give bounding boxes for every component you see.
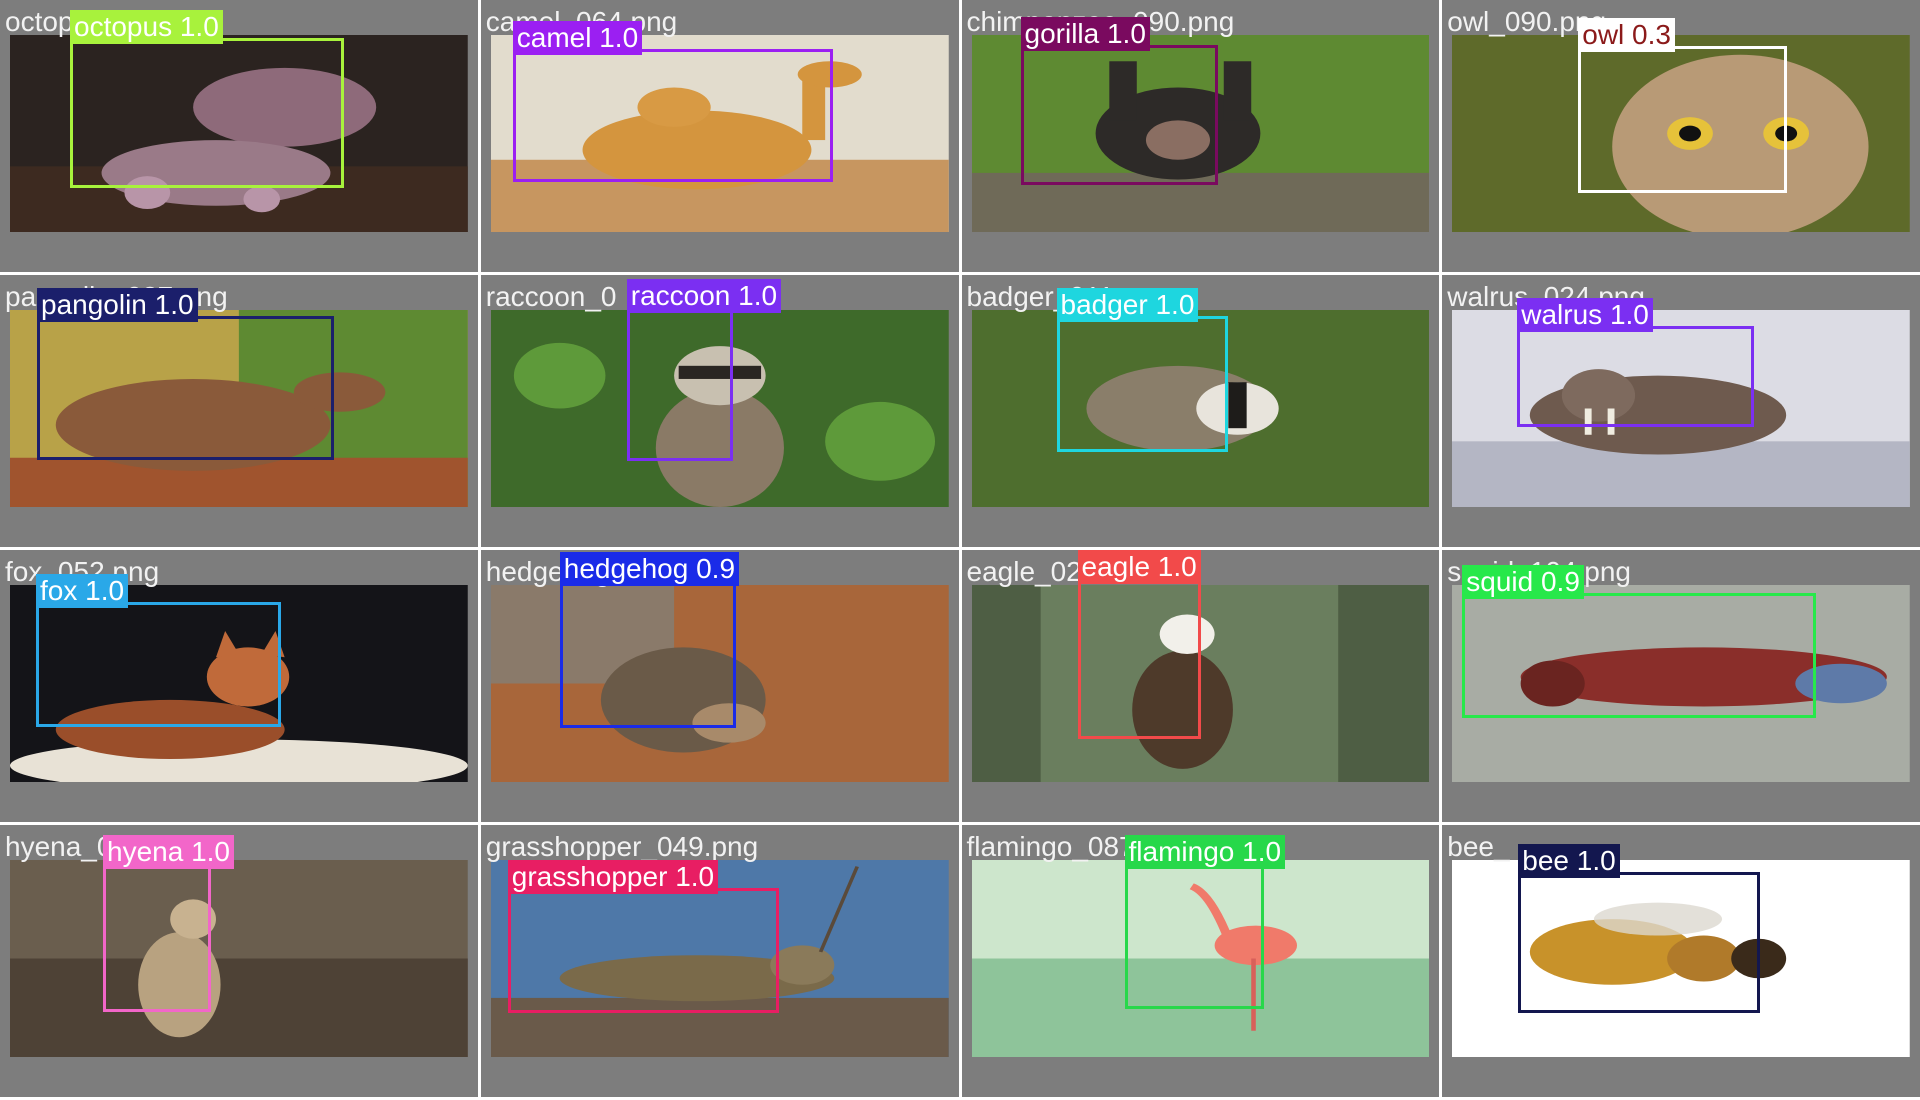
class-name: camel <box>516 22 592 53</box>
confidence-score: 1.0 <box>738 280 778 311</box>
result-tile-flamingo[interactable]: flamingo_087.png flamingo 1.0 <box>961 825 1440 1097</box>
class-name: octopus <box>74 11 173 42</box>
detection-label: hedgehog 0.9 <box>559 552 740 586</box>
detection-label: flamingo 1.0 <box>1124 835 1286 869</box>
result-tile-badger[interactable]: badger_011.png badger 1.0 <box>961 275 1440 547</box>
class-name: hedgehog <box>563 553 689 584</box>
confidence-score: 1.0 <box>675 861 715 892</box>
detection-label: bee 1.0 <box>1518 844 1620 878</box>
detection-label: pangolin 1.0 <box>37 288 198 322</box>
result-tile-squid[interactable]: squid_104.png squid 0.9 <box>1442 550 1920 822</box>
confidence-score: 1.0 <box>1242 836 1282 867</box>
detection-label: grasshopper 1.0 <box>507 860 719 894</box>
confidence-score: 1.0 <box>1609 299 1649 330</box>
image-filename: bee_ <box>1447 831 1510 862</box>
class-name: grasshopper <box>511 861 668 892</box>
class-name: squid <box>1466 566 1534 597</box>
confidence-score: 1.0 <box>599 22 639 53</box>
confidence-score: 0.9 <box>696 553 736 584</box>
detection-label: fox 1.0 <box>36 574 129 608</box>
confidence-score: 1.0 <box>179 11 219 42</box>
bounding-box: eagle 1.0 <box>1077 550 1201 739</box>
bounding-box: bee 1.0 <box>1518 844 1761 1013</box>
class-name: raccoon <box>630 280 731 311</box>
detection-label: gorilla 1.0 <box>1020 17 1150 51</box>
bounding-box: grasshopper 1.0 <box>507 860 779 1013</box>
result-tile-owl[interactable]: owl_090.png owl 0.3 <box>1442 0 1920 272</box>
result-tile-hedgehog[interactable]: hedgehog hedgehog 0.9 <box>480 550 959 822</box>
bounding-box: octopus 1.0 <box>70 10 344 188</box>
result-tile-fox[interactable]: fox_052.png fox 1.0 <box>0 550 478 822</box>
detection-label: badger 1.0 <box>1056 288 1199 322</box>
class-name: flamingo <box>1128 836 1235 867</box>
bounding-box: badger 1.0 <box>1056 288 1228 452</box>
image-filename: grasshopper_049.png <box>485 831 759 862</box>
confidence-score: 1.0 <box>85 575 125 606</box>
detection-grid: octopus_ octopus 1.0 camel_064.png <box>0 0 1920 1100</box>
detection-label: hyena 1.0 <box>103 835 235 869</box>
result-tile-camel[interactable]: camel_064.png camel 1.0 <box>480 0 959 272</box>
confidence-score: 1.0 <box>191 836 231 867</box>
class-name: eagle <box>1081 551 1151 582</box>
bounding-box: owl 0.3 <box>1578 18 1788 193</box>
bounding-box: hedgehog 0.9 <box>559 552 740 728</box>
bounding-box: camel 1.0 <box>512 21 833 182</box>
class-name: badger <box>1060 289 1148 320</box>
result-tile-hyena[interactable]: hyena_005 hyena 1.0 <box>0 825 478 1097</box>
detection-label: raccoon 1.0 <box>626 279 782 313</box>
class-name: walrus <box>1521 299 1603 330</box>
class-name: bee <box>1522 845 1569 876</box>
confidence-score: 1.0 <box>154 289 194 320</box>
result-tile-walrus[interactable]: walrus_024.png walrus 1.0 <box>1442 275 1920 547</box>
result-tile-eagle[interactable]: eagle_025 eagle 1.0 <box>961 550 1440 822</box>
image-filename: raccoon_0 <box>485 281 617 312</box>
detection-label: eagle 1.0 <box>1077 550 1201 584</box>
class-name: hyena <box>107 836 184 867</box>
result-tile-raccoon[interactable]: raccoon_0 raccoon 1.0 <box>480 275 959 547</box>
confidence-score: 1.0 <box>1106 18 1146 49</box>
detection-label: squid 0.9 <box>1462 565 1584 599</box>
bounding-box: gorilla 1.0 <box>1020 17 1218 185</box>
result-tile-gorilla[interactable]: chimpanzee_090.png gorilla 1.0 <box>961 0 1440 272</box>
confidence-score: 1.0 <box>1576 845 1616 876</box>
bounding-box: squid 0.9 <box>1462 565 1817 718</box>
class-name: gorilla <box>1024 18 1100 49</box>
bounding-box: fox 1.0 <box>36 574 281 727</box>
bounding-box: pangolin 1.0 <box>37 288 334 460</box>
detection-label: owl 0.3 <box>1578 18 1675 52</box>
result-tile-grasshopper[interactable]: grasshopper_049.png grasshopper 1.0 <box>480 825 959 1097</box>
class-name: pangolin <box>41 289 147 320</box>
photo-hyena <box>10 860 468 1057</box>
bounding-box: flamingo 1.0 <box>1124 835 1286 1009</box>
bounding-box: walrus 1.0 <box>1517 298 1755 427</box>
result-tile-bee[interactable]: bee_ bee 1.0 <box>1442 825 1920 1097</box>
confidence-score: 0.3 <box>1632 19 1671 50</box>
detection-label: camel 1.0 <box>512 21 643 55</box>
bounding-box: raccoon 1.0 <box>626 279 782 461</box>
confidence-score: 1.0 <box>1157 551 1197 582</box>
confidence-score: 1.0 <box>1155 289 1195 320</box>
detection-label: octopus 1.0 <box>70 10 223 44</box>
detection-label: walrus 1.0 <box>1517 298 1653 332</box>
confidence-score: 0.9 <box>1540 566 1580 597</box>
class-name: fox <box>40 575 78 606</box>
class-name: owl <box>1582 19 1625 50</box>
result-tile-pangolin[interactable]: pangolin_027.png pangolin 1.0 <box>0 275 478 547</box>
bounding-box: hyena 1.0 <box>103 835 235 1012</box>
result-tile-octopus[interactable]: octopus_ octopus 1.0 <box>0 0 478 272</box>
